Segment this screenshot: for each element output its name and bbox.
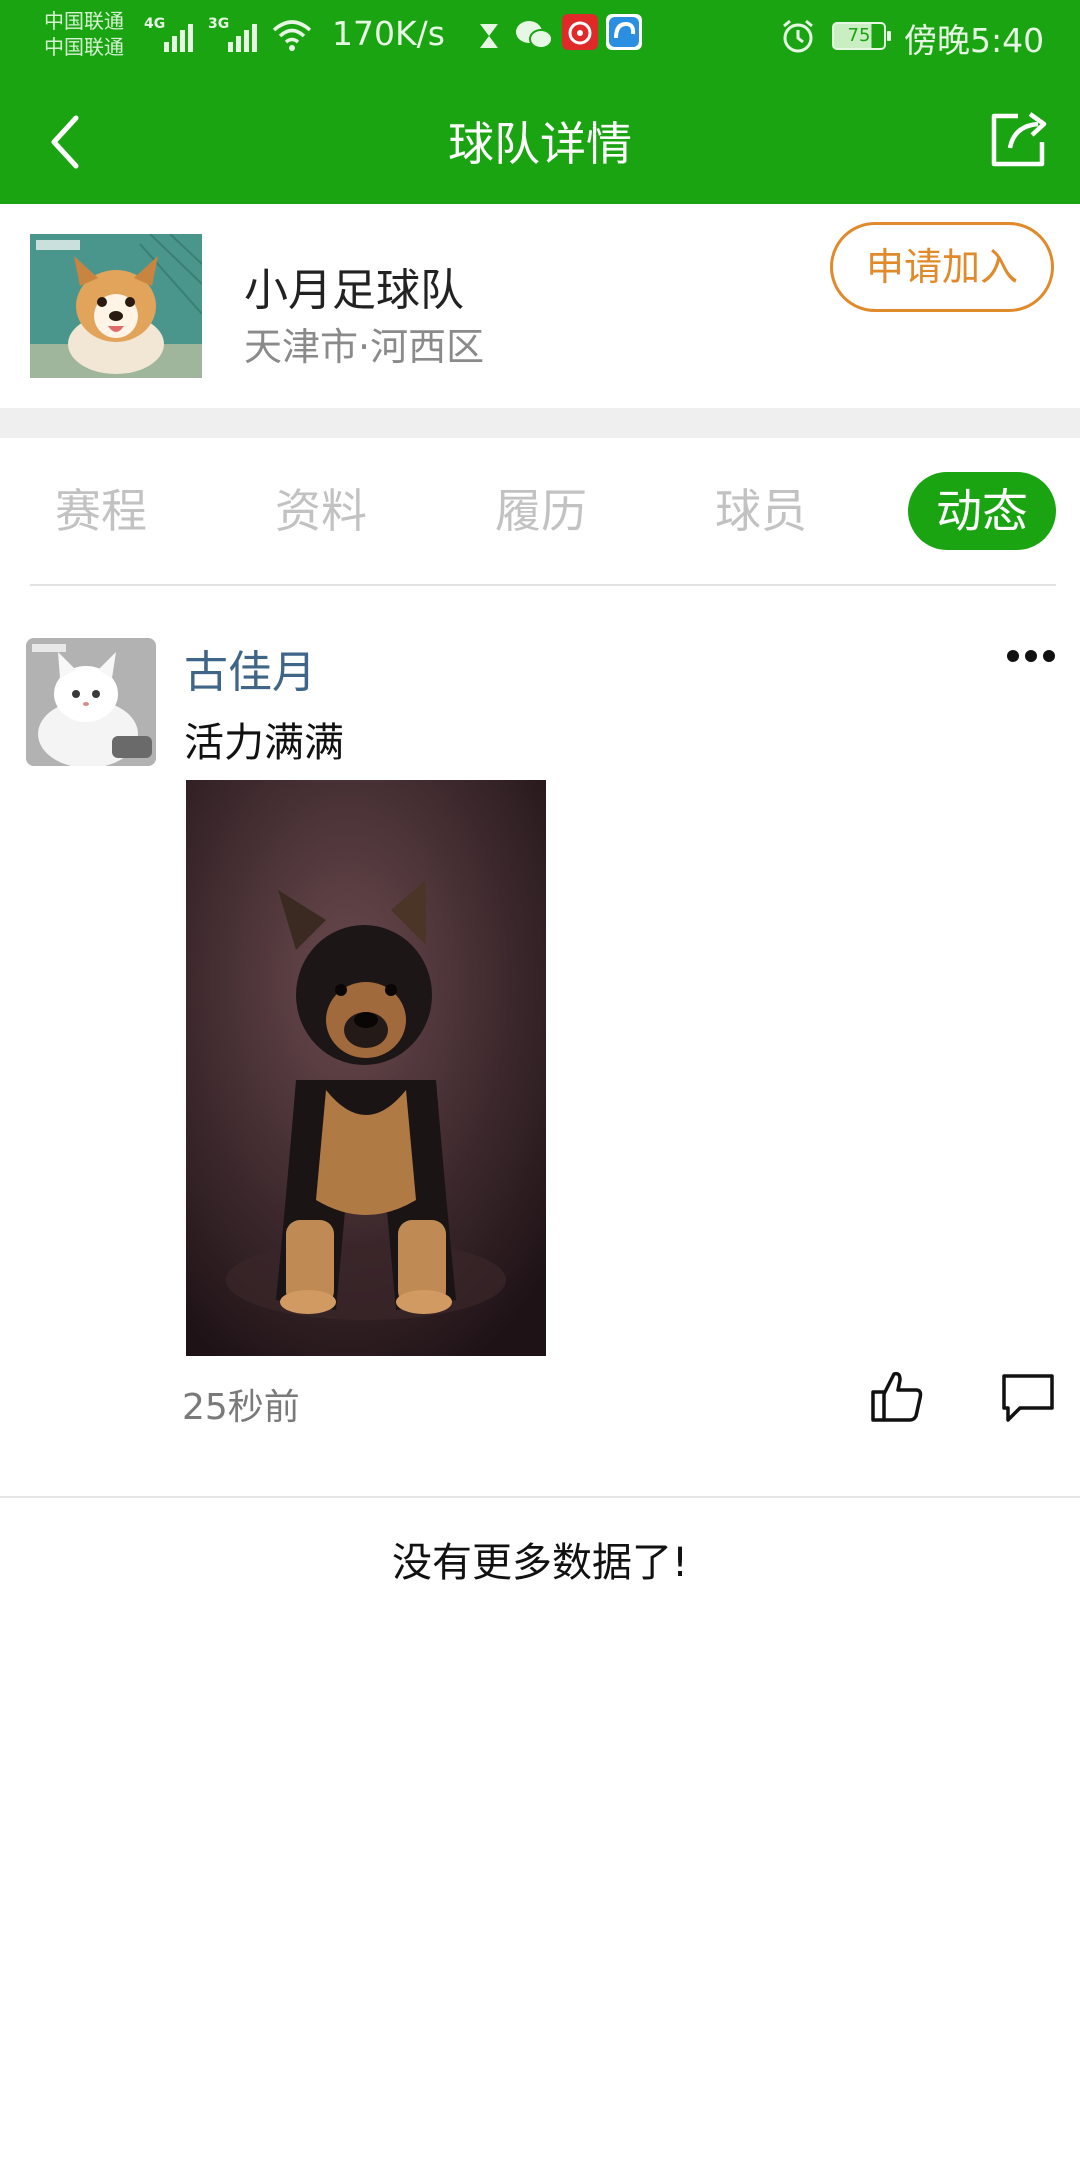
hourglass-icon bbox=[480, 24, 498, 48]
wifi-icon bbox=[272, 20, 312, 51]
carrier-info: 中国联通 中国联通 bbox=[44, 8, 124, 60]
post-username[interactable]: 古佳月 bbox=[184, 636, 316, 700]
share-button[interactable] bbox=[988, 108, 1052, 170]
page-title: 球队详情 bbox=[448, 117, 632, 171]
carrier-1: 中国联通 bbox=[44, 9, 124, 33]
status-time: 傍晚5:40 bbox=[904, 21, 1045, 60]
team-location: 天津市·河西区 bbox=[244, 325, 485, 369]
more-icon[interactable] bbox=[1006, 646, 1056, 666]
join-team-button[interactable]: 申请加入 bbox=[830, 222, 1054, 312]
tab-activity[interactable]: 动态 bbox=[908, 472, 1056, 550]
share-icon bbox=[991, 112, 1047, 167]
team-header: 小月足球队 天津市·河西区 申请加入 bbox=[0, 204, 1080, 408]
battery-level: 75 bbox=[847, 25, 871, 46]
tab-bar: 赛程 资料 履历 球员 动态 bbox=[0, 438, 1080, 586]
like-button[interactable] bbox=[870, 1368, 924, 1424]
section-divider bbox=[0, 408, 1080, 438]
signal-icon bbox=[228, 20, 257, 52]
no-more-data-text: 没有更多数据了! bbox=[391, 1540, 689, 1586]
post-image[interactable] bbox=[186, 780, 546, 1356]
team-logo bbox=[30, 234, 202, 378]
network-type-2: 3G bbox=[208, 16, 230, 32]
post-time: 25秒前 bbox=[182, 1387, 300, 1428]
network-type-1: 4G bbox=[144, 16, 166, 32]
app-icon bbox=[606, 14, 642, 50]
tab-schedule[interactable]: 赛程 bbox=[36, 472, 166, 550]
post-text: 活力满满 bbox=[184, 720, 344, 766]
network-speed: 170K/s bbox=[332, 14, 445, 53]
tab-players[interactable]: 球员 bbox=[696, 472, 826, 550]
netease-music-icon bbox=[562, 14, 598, 50]
signal-icon bbox=[164, 20, 193, 52]
status-bar: 中国联通 中国联通 4G 3G 170K/s 75 傍晚5:40 bbox=[0, 0, 1080, 72]
alarm-icon bbox=[783, 19, 813, 53]
thumbs-up-icon bbox=[871, 1371, 923, 1422]
carrier-2: 中国联通 bbox=[44, 35, 124, 59]
nav-bar: 球队详情 bbox=[0, 72, 1080, 204]
tab-profile[interactable]: 资料 bbox=[256, 472, 386, 550]
wechat-icon bbox=[516, 21, 553, 49]
avatar[interactable] bbox=[26, 638, 156, 766]
comment-button[interactable] bbox=[1000, 1372, 1056, 1424]
activity-post: 古佳月 活力满满 25秒前 bbox=[0, 586, 1080, 1496]
comment-icon bbox=[1002, 1374, 1054, 1422]
tab-history[interactable]: 履历 bbox=[476, 472, 606, 550]
team-name: 小月足球队 bbox=[244, 265, 464, 316]
battery-icon: 75 bbox=[832, 22, 891, 50]
list-divider bbox=[0, 1496, 1080, 1498]
